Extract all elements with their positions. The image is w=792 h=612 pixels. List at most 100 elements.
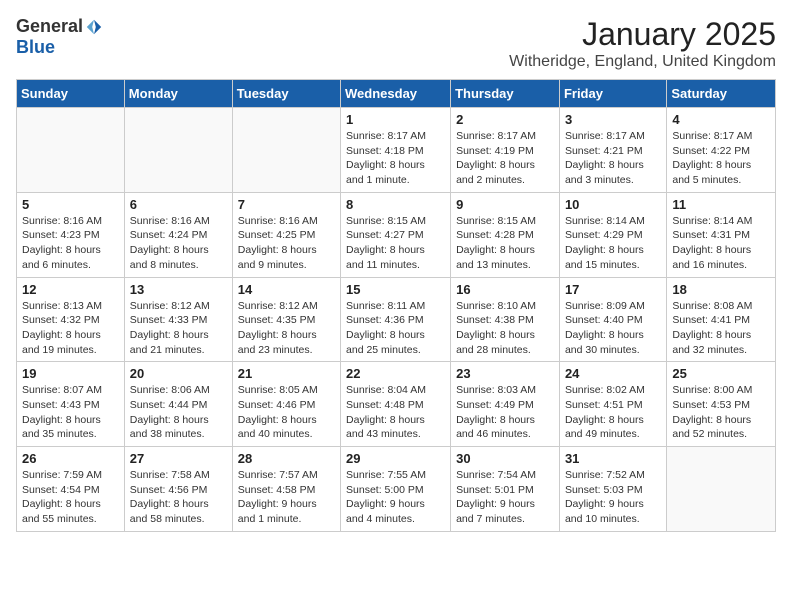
day-content: Sunrise: 8:14 AMSunset: 4:29 PMDaylight:…	[565, 214, 661, 273]
day-content: Sunrise: 8:00 AMSunset: 4:53 PMDaylight:…	[672, 383, 770, 442]
day-number: 13	[130, 282, 227, 297]
day-cell: 27 Sunrise: 7:58 AMSunset: 4:56 PMDayligh…	[124, 447, 232, 532]
day-number: 16	[456, 282, 554, 297]
day-content: Sunrise: 8:07 AMSunset: 4:43 PMDaylight:…	[22, 383, 119, 442]
day-number: 25	[672, 366, 770, 381]
weekday-header-row: SundayMondayTuesdayWednesdayThursdayFrid…	[17, 80, 776, 108]
week-row-4: 19 Sunrise: 8:07 AMSunset: 4:43 PMDayligh…	[17, 362, 776, 447]
day-content: Sunrise: 8:12 AMSunset: 4:33 PMDaylight:…	[130, 299, 227, 358]
day-number: 10	[565, 197, 661, 212]
day-cell: 3 Sunrise: 8:17 AMSunset: 4:21 PMDaylight…	[559, 108, 666, 193]
title-section: January 2025 Witheridge, England, United…	[509, 16, 776, 71]
day-cell	[124, 108, 232, 193]
day-cell: 8 Sunrise: 8:15 AMSunset: 4:27 PMDaylight…	[341, 192, 451, 277]
day-content: Sunrise: 8:17 AMSunset: 4:21 PMDaylight:…	[565, 129, 661, 188]
day-content: Sunrise: 7:55 AMSunset: 5:00 PMDaylight:…	[346, 468, 445, 527]
day-cell: 28 Sunrise: 7:57 AMSunset: 4:58 PMDayligh…	[232, 447, 340, 532]
day-content: Sunrise: 8:15 AMSunset: 4:28 PMDaylight:…	[456, 214, 554, 273]
day-number: 4	[672, 112, 770, 127]
day-content: Sunrise: 7:57 AMSunset: 4:58 PMDaylight:…	[238, 468, 335, 527]
logo: General Blue	[16, 16, 103, 58]
day-number: 5	[22, 197, 119, 212]
day-number: 18	[672, 282, 770, 297]
day-cell: 20 Sunrise: 8:06 AMSunset: 4:44 PMDayligh…	[124, 362, 232, 447]
week-row-3: 12 Sunrise: 8:13 AMSunset: 4:32 PMDayligh…	[17, 277, 776, 362]
day-cell: 4 Sunrise: 8:17 AMSunset: 4:22 PMDaylight…	[667, 108, 776, 193]
day-number: 12	[22, 282, 119, 297]
day-cell: 15 Sunrise: 8:11 AMSunset: 4:36 PMDayligh…	[341, 277, 451, 362]
day-cell: 11 Sunrise: 8:14 AMSunset: 4:31 PMDayligh…	[667, 192, 776, 277]
day-number: 15	[346, 282, 445, 297]
day-content: Sunrise: 7:59 AMSunset: 4:54 PMDaylight:…	[22, 468, 119, 527]
day-content: Sunrise: 8:17 AMSunset: 4:19 PMDaylight:…	[456, 129, 554, 188]
day-number: 7	[238, 197, 335, 212]
day-number: 27	[130, 451, 227, 466]
day-cell: 12 Sunrise: 8:13 AMSunset: 4:32 PMDayligh…	[17, 277, 125, 362]
day-cell: 22Sunrise: 8:04 AMSunset: 4:48 PMDayligh…	[341, 362, 451, 447]
weekday-header-friday: Friday	[559, 80, 666, 108]
weekday-header-sunday: Sunday	[17, 80, 125, 108]
day-cell: 21 Sunrise: 8:05 AMSunset: 4:46 PMDayligh…	[232, 362, 340, 447]
day-number: 26	[22, 451, 119, 466]
day-number: 8	[346, 197, 445, 212]
day-content: Sunrise: 7:58 AMSunset: 4:56 PMDaylight:…	[130, 468, 227, 527]
day-number: 17	[565, 282, 661, 297]
day-content: Sunrise: 8:17 AMSunset: 4:22 PMDaylight:…	[672, 129, 770, 188]
day-cell: 10 Sunrise: 8:14 AMSunset: 4:29 PMDayligh…	[559, 192, 666, 277]
weekday-header-monday: Monday	[124, 80, 232, 108]
logo-blue-text: Blue	[16, 37, 55, 58]
day-content: Sunrise: 8:16 AMSunset: 4:25 PMDaylight:…	[238, 214, 335, 273]
day-content: Sunrise: 8:11 AMSunset: 4:36 PMDaylight:…	[346, 299, 445, 358]
day-number: 3	[565, 112, 661, 127]
weekday-header-saturday: Saturday	[667, 80, 776, 108]
weekday-header-wednesday: Wednesday	[341, 80, 451, 108]
day-number: 19	[22, 366, 119, 381]
day-content: Sunrise: 8:05 AMSunset: 4:46 PMDaylight:…	[238, 383, 335, 442]
day-content: Sunrise: 7:52 AMSunset: 5:03 PMDaylight:…	[565, 468, 661, 527]
month-title: January 2025	[509, 16, 776, 53]
weekday-header-thursday: Thursday	[451, 80, 560, 108]
day-cell: 23Sunrise: 8:03 AMSunset: 4:49 PMDayligh…	[451, 362, 560, 447]
day-cell: 5Sunrise: 8:16 AMSunset: 4:23 PMDaylight…	[17, 192, 125, 277]
day-number: 28	[238, 451, 335, 466]
day-cell: 29Sunrise: 7:55 AMSunset: 5:00 PMDayligh…	[341, 447, 451, 532]
day-number: 1	[346, 112, 445, 127]
day-cell	[17, 108, 125, 193]
day-content: Sunrise: 8:06 AMSunset: 4:44 PMDaylight:…	[130, 383, 227, 442]
day-content: Sunrise: 7:54 AMSunset: 5:01 PMDaylight:…	[456, 468, 554, 527]
week-row-5: 26 Sunrise: 7:59 AMSunset: 4:54 PMDayligh…	[17, 447, 776, 532]
day-number: 22	[346, 366, 445, 381]
week-row-1: 1Sunrise: 8:17 AMSunset: 4:18 PMDaylight…	[17, 108, 776, 193]
day-content: Sunrise: 8:14 AMSunset: 4:31 PMDaylight:…	[672, 214, 770, 273]
day-content: Sunrise: 8:16 AMSunset: 4:24 PMDaylight:…	[130, 214, 227, 273]
day-cell: 31Sunrise: 7:52 AMSunset: 5:03 PMDayligh…	[559, 447, 666, 532]
day-content: Sunrise: 8:13 AMSunset: 4:32 PMDaylight:…	[22, 299, 119, 358]
day-number: 9	[456, 197, 554, 212]
day-cell: 25 Sunrise: 8:00 AMSunset: 4:53 PMDayligh…	[667, 362, 776, 447]
day-content: Sunrise: 8:12 AMSunset: 4:35 PMDaylight:…	[238, 299, 335, 358]
day-cell: 1Sunrise: 8:17 AMSunset: 4:18 PMDaylight…	[341, 108, 451, 193]
day-cell	[667, 447, 776, 532]
day-number: 21	[238, 366, 335, 381]
day-content: Sunrise: 8:10 AMSunset: 4:38 PMDaylight:…	[456, 299, 554, 358]
day-content: Sunrise: 8:09 AMSunset: 4:40 PMDaylight:…	[565, 299, 661, 358]
day-cell: 16 Sunrise: 8:10 AMSunset: 4:38 PMDayligh…	[451, 277, 560, 362]
day-cell: 7 Sunrise: 8:16 AMSunset: 4:25 PMDaylight…	[232, 192, 340, 277]
day-number: 24	[565, 366, 661, 381]
day-cell: 26 Sunrise: 7:59 AMSunset: 4:54 PMDayligh…	[17, 447, 125, 532]
day-number: 30	[456, 451, 554, 466]
week-row-2: 5Sunrise: 8:16 AMSunset: 4:23 PMDaylight…	[17, 192, 776, 277]
day-number: 14	[238, 282, 335, 297]
location: Witheridge, England, United Kingdom	[509, 53, 776, 71]
day-content: Sunrise: 8:15 AMSunset: 4:27 PMDaylight:…	[346, 214, 445, 273]
day-cell: 14 Sunrise: 8:12 AMSunset: 4:35 PMDayligh…	[232, 277, 340, 362]
day-cell	[232, 108, 340, 193]
calendar-table: SundayMondayTuesdayWednesdayThursdayFrid…	[16, 79, 776, 532]
day-number: 6	[130, 197, 227, 212]
day-number: 20	[130, 366, 227, 381]
logo-general-text: General	[16, 16, 83, 37]
day-cell: 6 Sunrise: 8:16 AMSunset: 4:24 PMDaylight…	[124, 192, 232, 277]
day-cell: 17 Sunrise: 8:09 AMSunset: 4:40 PMDayligh…	[559, 277, 666, 362]
day-cell: 24Sunrise: 8:02 AMSunset: 4:51 PMDayligh…	[559, 362, 666, 447]
day-number: 11	[672, 197, 770, 212]
